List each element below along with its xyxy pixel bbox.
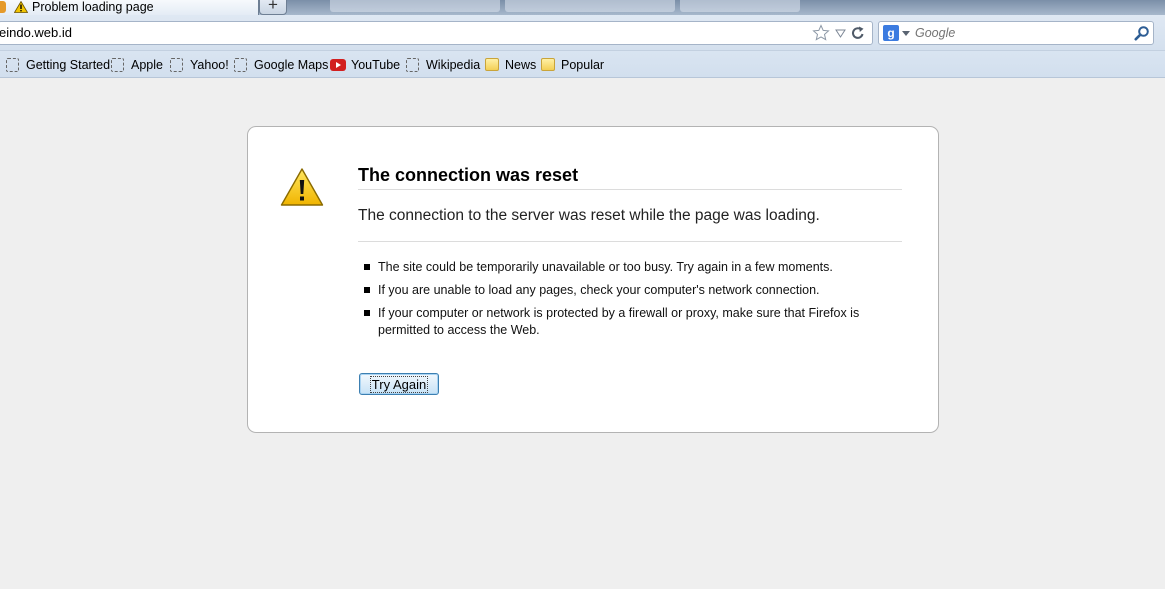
error-box: The connection was reset The connection … [247, 126, 939, 433]
tab-title: Problem loading page [32, 0, 154, 14]
list-item: If your computer or network is protected… [364, 305, 864, 339]
blank-page-icon [234, 57, 247, 72]
warning-icon [14, 1, 28, 13]
list-item: The site could be temporarily unavailabl… [364, 259, 864, 276]
blank-page-icon [170, 57, 183, 72]
bookmark-yahoo[interactable]: Yahoo! [170, 56, 229, 73]
history-dropdown-icon[interactable] [835, 29, 846, 38]
bookmark-label: Popular [561, 57, 605, 72]
folder-icon [485, 58, 499, 71]
bookmark-label: Getting Started [26, 57, 111, 72]
url-bar[interactable]: eindo.web.id [0, 21, 873, 45]
search-input[interactable] [915, 26, 1125, 40]
bookmark-label: YouTube [351, 57, 401, 72]
background-tab[interactable] [680, 0, 800, 12]
list-item: If you are unable to load any pages, che… [364, 282, 864, 299]
bookmark-label: Wikipedia [426, 57, 481, 72]
navigation-bar: eindo.web.id g [0, 15, 1165, 51]
bookmark-label: Google Maps [254, 57, 329, 72]
warning-icon [280, 168, 324, 206]
bookmark-google-maps[interactable]: Google Maps [234, 56, 328, 73]
bookmark-label: Yahoo! [190, 57, 229, 72]
tab-active[interactable]: Problem loading page [0, 0, 259, 15]
tab-edge [0, 1, 6, 13]
bookmark-getting-started[interactable]: Getting Started [6, 56, 110, 73]
search-engine-icon[interactable]: g [883, 25, 899, 41]
suggestion-list: The site could be temporarily unavailabl… [364, 259, 864, 345]
bookmark-wikipedia[interactable]: Wikipedia [406, 56, 480, 73]
blank-page-icon [111, 57, 124, 72]
blank-page-icon [406, 57, 419, 72]
search-bar[interactable]: g [878, 21, 1154, 45]
search-icon[interactable] [1134, 25, 1150, 41]
bookmark-folder-news[interactable]: News [485, 56, 536, 73]
page-content: The connection was reset The connection … [0, 78, 1165, 589]
url-text[interactable]: eindo.web.id [0, 25, 72, 40]
bookmark-youtube[interactable]: YouTube [330, 56, 400, 73]
error-description: The connection to the server was reset w… [358, 207, 902, 242]
reload-icon[interactable] [851, 25, 865, 41]
bookmark-label: News [505, 57, 537, 72]
error-title: The connection was reset [358, 165, 902, 190]
folder-icon [541, 58, 555, 71]
background-tab[interactable] [330, 0, 500, 12]
youtube-icon [330, 58, 346, 71]
try-again-button[interactable]: Try Again [359, 373, 439, 395]
bookmark-apple[interactable]: Apple [111, 56, 163, 73]
bookmark-star-icon[interactable] [812, 24, 830, 42]
tab-strip: Problem loading page + [0, 0, 1165, 15]
bookmarks-toolbar: Getting Started Apple Yahoo! Google Maps… [0, 51, 1165, 78]
blank-page-icon [6, 57, 19, 72]
bookmark-label: Apple [131, 57, 163, 72]
background-tab[interactable] [505, 0, 675, 12]
new-tab-button[interactable]: + [259, 0, 287, 15]
try-again-label: Try Again [369, 375, 429, 393]
chevron-down-icon[interactable] [902, 31, 910, 37]
bookmark-folder-popular[interactable]: Popular [541, 56, 604, 73]
